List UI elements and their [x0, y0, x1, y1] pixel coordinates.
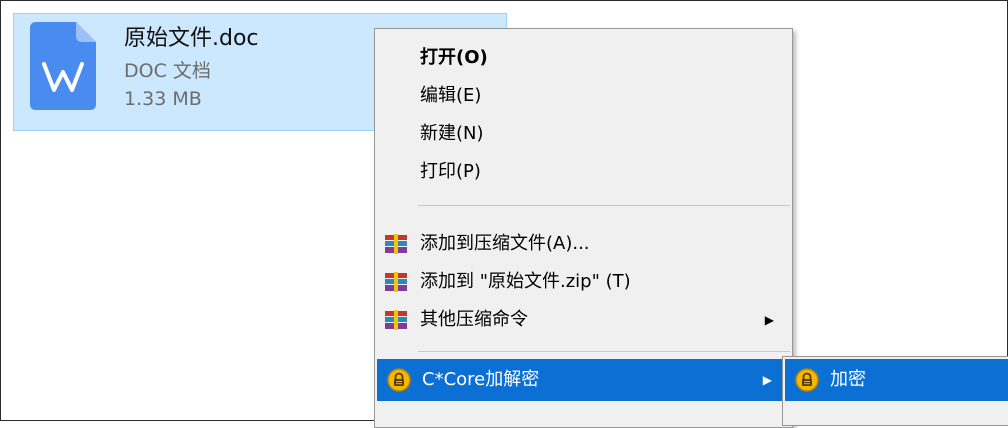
lock-icon: [387, 368, 411, 392]
menu-item-label: 新建(N): [420, 123, 484, 144]
menu-separator: [418, 205, 790, 206]
file-type: DOC 文档: [124, 60, 211, 82]
archive-icon: [385, 272, 407, 292]
menu-item-label: 编辑(E): [420, 85, 482, 106]
file-name: 原始文件.doc: [124, 26, 259, 51]
menu-item-label: 添加到压缩文件(A)...: [420, 233, 590, 254]
menu-item-add-to-archive[interactable]: 添加到压缩文件(A)...: [375, 225, 792, 263]
menu-item-label: 打印(P): [420, 161, 481, 182]
menu-item-label: 打开(O): [420, 47, 488, 68]
submenu-arrow-icon: ▶: [764, 313, 774, 327]
menu-item-edit[interactable]: 编辑(E): [375, 77, 792, 115]
archive-icon: [385, 310, 407, 330]
menu-item-encrypt[interactable]: 加密: [785, 359, 1008, 401]
menu-item-ccore-crypto[interactable]: C*Core加解密 ▶: [377, 359, 790, 401]
menu-item-label: 加密: [830, 369, 866, 390]
file-size: 1.33 MB: [124, 88, 202, 110]
word-doc-icon: [30, 22, 96, 110]
archive-icon: [385, 234, 407, 254]
explorer-window: 原始文件.doc DOC 文档 1.33 MB 打开(O) 编辑(E) 新建(N…: [0, 0, 1008, 428]
lock-icon: [795, 368, 819, 392]
menu-item-label: 其他压缩命令: [420, 309, 528, 330]
ccore-submenu: 加密: [782, 356, 1008, 426]
submenu-arrow-icon: ▶: [762, 373, 772, 387]
menu-item-add-to-zip[interactable]: 添加到 "原始文件.zip" (T): [375, 263, 792, 301]
menu-item-label: 添加到 "原始文件.zip" (T): [420, 271, 631, 292]
menu-item-open[interactable]: 打开(O): [375, 39, 792, 77]
menu-item-other-compress[interactable]: 其他压缩命令 ▶: [375, 301, 792, 339]
menu-item-new[interactable]: 新建(N): [375, 115, 792, 153]
menu-item-label: C*Core加解密: [422, 369, 540, 390]
menu-separator: [418, 351, 790, 352]
menu-item-print[interactable]: 打印(P): [375, 153, 792, 191]
context-menu: 打开(O) 编辑(E) 新建(N) 打印(P) 添加到压缩文件(A)... 添加…: [374, 28, 793, 428]
